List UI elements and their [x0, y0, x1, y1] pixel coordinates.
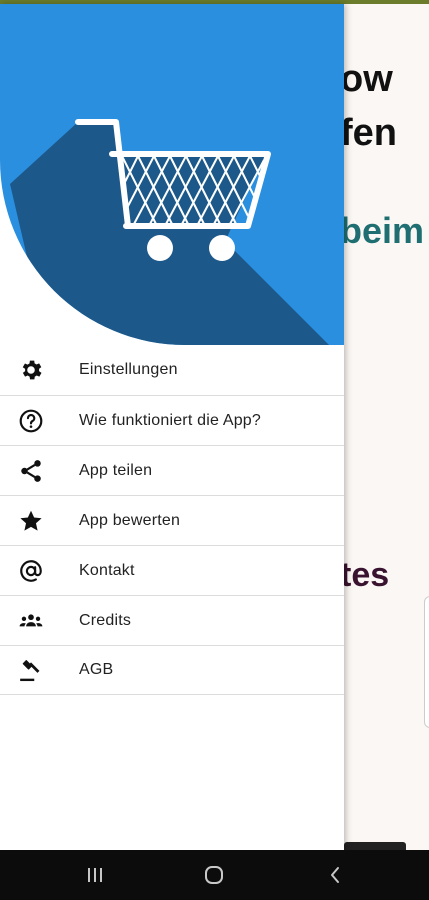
at-sign-icon [0, 558, 62, 584]
people-icon [0, 608, 62, 634]
drawer-menu: Einstellungen Wie funktioniert die App? … [0, 345, 344, 695]
menu-item-einstellungen[interactable]: Einstellungen [0, 345, 344, 395]
home-icon [205, 866, 223, 884]
menu-item-label: App teilen [79, 461, 153, 479]
help-circle-icon [0, 408, 62, 434]
navigation-drawer: Einstellungen Wie funktioniert die App? … [0, 4, 344, 850]
menu-item-label: App bewerten [79, 511, 181, 529]
back-button[interactable] [321, 862, 349, 888]
background-bottom-tab [344, 842, 406, 850]
menu-item-how-it-works[interactable]: Wie funktioniert die App? [0, 395, 344, 445]
background-subheadline: beim [340, 210, 425, 251]
menu-item-label: Kontakt [79, 561, 135, 579]
menu-item-label: Wie funktioniert die App? [79, 411, 261, 429]
menu-item-contact[interactable]: Kontakt [0, 545, 344, 595]
menu-item-agb[interactable]: AGB [0, 645, 344, 695]
background-headline-line-2: fen [340, 112, 397, 154]
cart-wheel-left [147, 235, 173, 261]
recent-apps-icon [88, 868, 102, 882]
star-icon [0, 508, 62, 534]
home-button[interactable] [200, 862, 228, 888]
menu-item-share-app[interactable]: App teilen [0, 445, 344, 495]
background-card [424, 596, 429, 728]
menu-item-label: Credits [79, 611, 132, 629]
background-section-title: tes [340, 556, 390, 594]
gear-icon [0, 357, 62, 383]
menu-item-label: Einstellungen [79, 361, 178, 378]
menu-item-label: AGB [79, 661, 114, 678]
background-headline-line-1: ow [340, 58, 393, 100]
system-navigation-bar [0, 850, 429, 900]
share-icon [0, 458, 62, 484]
back-icon [331, 867, 339, 883]
recent-apps-button[interactable] [81, 862, 109, 888]
cart-wheel-right [209, 235, 235, 261]
menu-item-rate-app[interactable]: App bewerten [0, 495, 344, 545]
menu-item-credits[interactable]: Credits [0, 595, 344, 645]
drawer-header [0, 4, 344, 345]
gavel-icon [0, 657, 62, 683]
shopping-cart-icon [0, 4, 344, 345]
